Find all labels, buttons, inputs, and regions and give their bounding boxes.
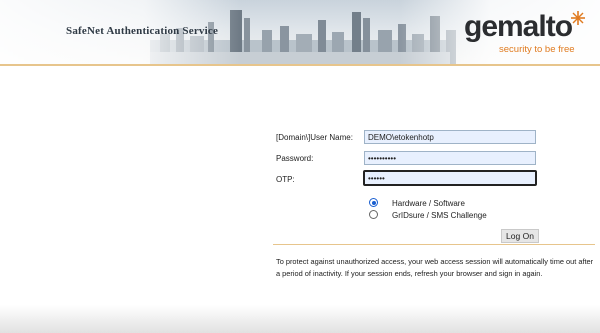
form-divider xyxy=(273,244,595,245)
session-timeout-notice: To protect against unauthorized access, … xyxy=(276,257,594,278)
app-title: SafeNet Authentication Service xyxy=(66,25,219,37)
password-field[interactable] xyxy=(364,151,536,165)
log-on-button[interactable]: Log On xyxy=(501,229,539,243)
hardware-software-radio[interactable] xyxy=(369,198,378,207)
hardware-software-label: Hardware / Software xyxy=(392,199,465,208)
otp-field[interactable] xyxy=(363,170,537,186)
logo-tagline: security to be free xyxy=(499,44,575,55)
username-field[interactable] xyxy=(364,130,536,144)
gridsure-sms-label: GrIDsure / SMS Challenge xyxy=(392,211,487,220)
username-label: [Domain\]User Name: xyxy=(276,133,353,142)
gemalto-logo: gemalto security to be free xyxy=(464,10,588,58)
header-banner: SafeNet Authentication Service gemalto s… xyxy=(0,0,600,64)
otp-label: OTP: xyxy=(276,175,295,184)
gridsure-sms-radio[interactable] xyxy=(369,210,378,219)
password-label: Password: xyxy=(276,154,314,163)
header-divider xyxy=(0,64,600,66)
logo-text: gemalto xyxy=(464,10,573,43)
bottom-shadow xyxy=(0,305,600,333)
logo-spark-icon xyxy=(571,11,585,25)
